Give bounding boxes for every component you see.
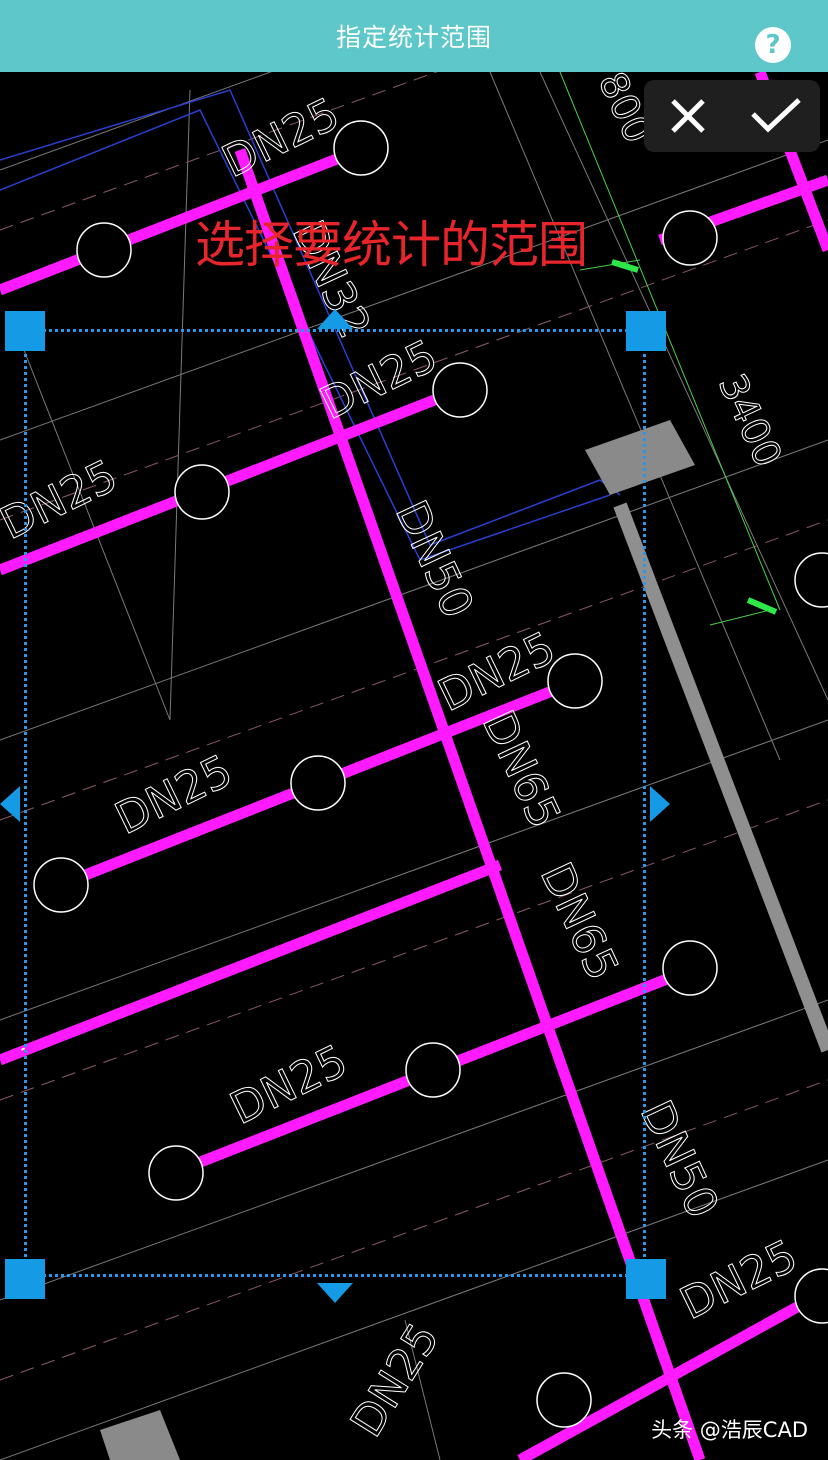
handle-bottom-left[interactable] [5,1259,45,1299]
confirm-button[interactable] [732,80,820,152]
handle-bottom-right[interactable] [626,1259,666,1299]
action-buttons [644,80,820,152]
handle-top-right[interactable] [626,311,666,351]
pipe-label: DN25 [341,1315,449,1446]
pipe-label: DN25 [214,88,347,188]
dimension-label: 3400 [710,367,791,473]
handle-top-left[interactable] [5,311,45,351]
selection-rectangle[interactable] [24,329,646,1277]
title-bar: 指定统计范围 ? [0,0,828,72]
watermark: 头条 @浩辰CAD [651,1418,808,1442]
check-icon [751,98,801,133]
handle-right-arrow-icon[interactable] [650,786,670,822]
cancel-button[interactable] [644,80,732,152]
close-icon [671,99,705,133]
selection-hint: 选择要统计的范围 [195,216,588,274]
page-title: 指定统计范围 [335,23,492,52]
help-icon: ? [765,30,781,60]
handle-top-arrow-icon[interactable] [317,309,353,329]
help-button[interactable]: ? [755,27,791,63]
handle-left-arrow-icon[interactable] [0,786,20,822]
handle-bottom-arrow-icon[interactable] [317,1283,353,1303]
